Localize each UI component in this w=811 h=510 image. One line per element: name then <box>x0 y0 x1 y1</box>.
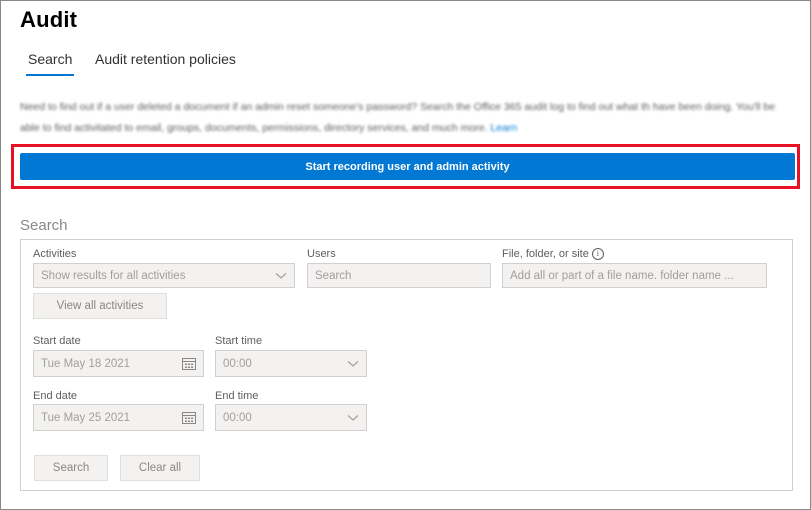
search-section-heading: Search <box>20 217 68 234</box>
search-button[interactable]: Search <box>34 455 108 481</box>
end-date-picker[interactable]: Tue May 25 2021 <box>33 404 204 431</box>
chevron-down-icon <box>275 272 287 280</box>
start-time-value: 00:00 <box>223 357 252 370</box>
users-placeholder: Search <box>315 269 352 282</box>
start-date-value: Tue May 18 2021 <box>41 357 131 370</box>
users-label: Users <box>307 248 336 260</box>
end-date-value: Tue May 25 2021 <box>41 411 131 424</box>
start-time-dropdown[interactable]: 00:00 <box>215 350 367 377</box>
info-icon[interactable]: i <box>591 248 604 260</box>
end-time-value: 00:00 <box>223 411 252 424</box>
activities-label: Activities <box>33 248 77 260</box>
end-date-label: End date <box>33 390 78 402</box>
file-folder-site-input[interactable]: Add all or part of a file name. folder n… <box>502 263 767 288</box>
start-date-picker[interactable]: Tue May 18 2021 <box>33 350 204 377</box>
start-date-label: Start date <box>33 335 81 347</box>
learn-more-link[interactable]: Learn <box>490 122 517 134</box>
file-folder-site-label: File, folder, or site i <box>502 248 604 260</box>
file-folder-site-label-text: File, folder, or site <box>502 248 589 260</box>
calendar-icon[interactable] <box>182 411 196 424</box>
intro-text: Need to find out if a user deleted a doc… <box>20 101 776 134</box>
activities-selected-value: Show results for all activities <box>41 269 186 282</box>
end-time-label: End time <box>215 390 259 402</box>
page-title: Audit <box>20 7 78 32</box>
start-recording-button[interactable]: Start recording user and admin activity <box>20 153 795 180</box>
users-search-input[interactable]: Search <box>307 263 491 288</box>
intro-paragraph: Need to find out if a user deleted a doc… <box>20 97 790 139</box>
calendar-icon[interactable] <box>182 357 196 370</box>
file-placeholder: Add all or part of a file name. folder n… <box>510 269 734 282</box>
view-all-activities-button[interactable]: View all activities <box>33 293 167 319</box>
start-time-label: Start time <box>215 335 263 347</box>
tab-audit-retention-policies[interactable]: Audit retention policies <box>95 51 236 67</box>
clear-all-button[interactable]: Clear all <box>120 455 200 481</box>
search-panel: Activities Users File, folder, or site i … <box>20 239 793 491</box>
chevron-down-icon <box>347 360 359 368</box>
audit-window: Audit Search Audit retention policies Ne… <box>0 0 811 510</box>
tab-search[interactable]: Search <box>25 51 75 76</box>
chevron-down-icon <box>347 414 359 422</box>
end-time-dropdown[interactable]: 00:00 <box>215 404 367 431</box>
activities-dropdown[interactable]: Show results for all activities <box>33 263 295 288</box>
